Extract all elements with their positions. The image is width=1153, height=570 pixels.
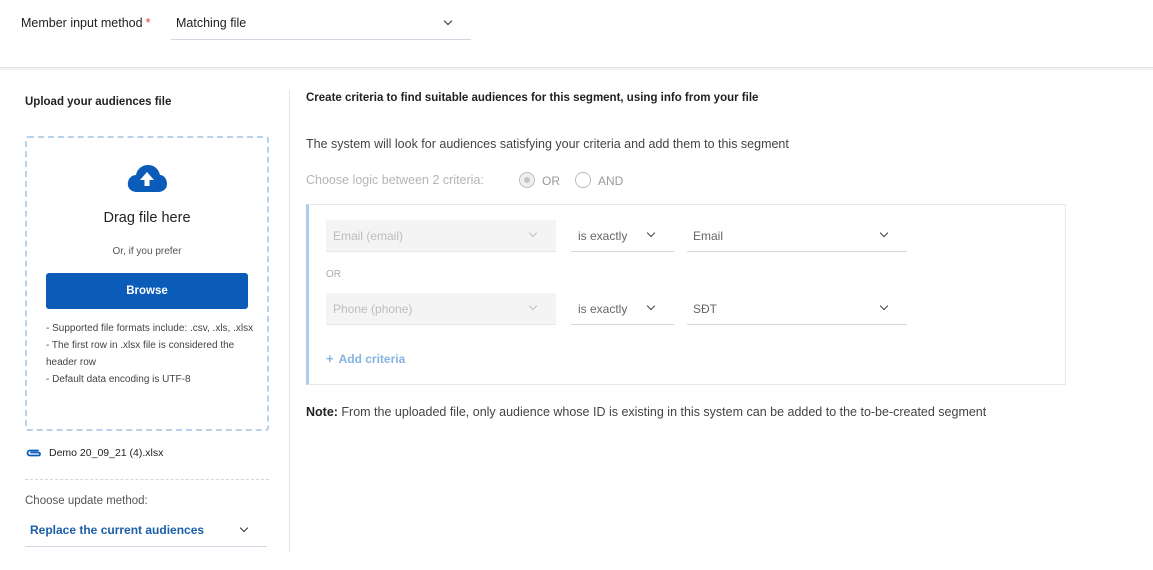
update-method-value: Replace the current audiences (30, 523, 205, 537)
member-input-bar: Member input method * Matching file (0, 0, 1153, 68)
note-text: From the uploaded file, only audience wh… (337, 405, 987, 419)
criteria-field-value: Email (email) (333, 229, 404, 243)
upload-title: Upload your audiences file (25, 96, 172, 108)
criteria-field-select: Email (email) (326, 220, 556, 252)
logic-radio-and[interactable] (575, 172, 591, 188)
criteria-value-value: SĐT (693, 302, 717, 316)
note-prefix: Note: (306, 405, 338, 419)
paperclip-icon (26, 449, 41, 457)
criteria-field-select: Phone (phone) (326, 293, 556, 325)
criteria-value-select[interactable]: SĐT (687, 293, 907, 325)
criteria-operator-select[interactable]: is exactly (571, 293, 674, 325)
chevron-down-icon (528, 301, 538, 311)
chevron-down-icon (879, 301, 889, 311)
update-method-select[interactable]: Replace the current audiences (25, 517, 267, 547)
chevron-down-icon (879, 228, 889, 238)
note-line: - Default data encoding is UTF-8 (46, 374, 191, 385)
dashed-divider (25, 479, 269, 480)
member-input-label: Member input method * (21, 16, 150, 30)
member-input-method-select[interactable]: Matching file (171, 8, 471, 40)
criteria-operator-select[interactable]: is exactly (571, 220, 674, 252)
file-dropzone[interactable]: Drag file here Or, if you prefer Browse … (25, 136, 269, 431)
chevron-down-icon (443, 16, 453, 26)
criteria-operator-value: is exactly (578, 229, 628, 243)
chevron-down-icon (528, 228, 538, 238)
criteria-or-separator: OR (326, 269, 341, 280)
criteria-box: Email (email) is exactly Email OR Phone … (306, 204, 1066, 385)
add-criteria-button[interactable]: + Add criteria (326, 351, 405, 366)
criteria-field-value: Phone (phone) (333, 302, 413, 316)
file-format-notes: - Supported file formats include: .csv, … (46, 320, 256, 388)
panel-separator (289, 90, 290, 552)
upload-panel: Upload your audiences file Drag file her… (0, 70, 289, 570)
required-mark: * (145, 16, 151, 30)
add-criteria-label: Add criteria (338, 352, 406, 366)
chevron-down-icon (646, 228, 656, 238)
segment-note: Note: From the uploaded file, only audie… (306, 405, 986, 419)
chevron-down-icon (646, 301, 656, 311)
member-input-method-value: Matching file (176, 16, 247, 30)
note-line: - Supported file formats include: .csv, … (46, 323, 254, 334)
chevron-down-icon (239, 523, 249, 533)
logic-option-and-label: AND (598, 174, 624, 188)
cloud-upload-icon (127, 165, 167, 192)
criteria-operator-value: is exactly (578, 302, 628, 316)
criteria-title: Create criteria to find suitable audienc… (306, 92, 759, 104)
criteria-description: The system will look for audiences satis… (306, 137, 789, 151)
or-prefer-text: Or, if you prefer (112, 246, 182, 257)
plus-icon: + (326, 351, 334, 366)
browse-button[interactable]: Browse (46, 273, 248, 309)
update-method-label: Choose update method: (25, 495, 148, 507)
file-name: Demo 20_09_21 (4).xlsx (49, 447, 164, 459)
drag-file-text: Drag file here (103, 210, 191, 226)
note-line: - The first row in .xlsx file is conside… (46, 340, 235, 368)
criteria-value-value: Email (693, 229, 724, 243)
logic-label: Choose logic between 2 criteria: (306, 173, 484, 187)
logic-option-or-label: OR (542, 174, 560, 188)
criteria-value-select[interactable]: Email (687, 220, 907, 252)
logic-radio-or[interactable] (519, 172, 535, 188)
member-input-label-text: Member input method (21, 16, 143, 30)
